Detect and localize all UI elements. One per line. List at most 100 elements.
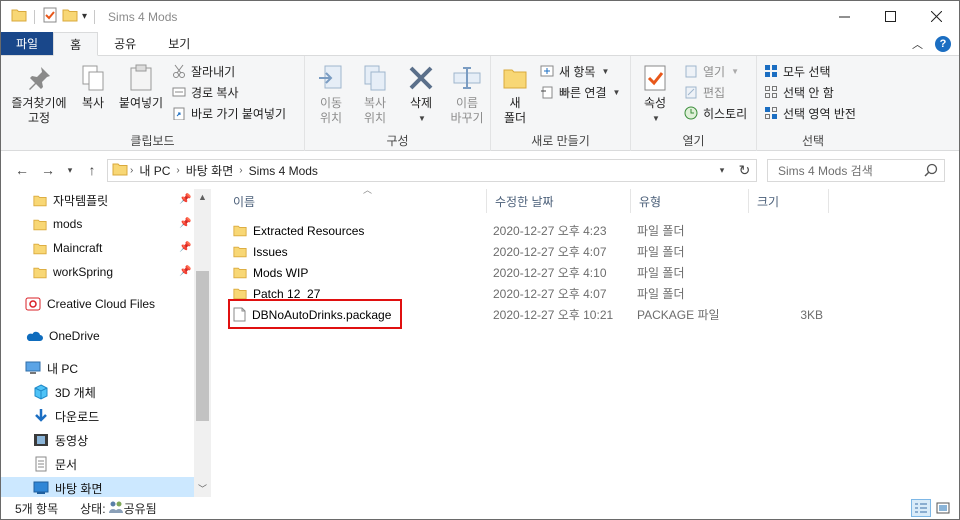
file-row[interactable]: Extracted Resources 2020-12-27 오후 4:23 파… [227,220,947,241]
scrollbar-thumb[interactable] [196,271,209,421]
select-none-icon [763,84,779,100]
rename-button[interactable]: 이름 바꾸기 [445,62,489,126]
nav-desktop[interactable]: 바탕 화면 [1,477,194,497]
computer-icon [25,361,41,374]
pin-icon [23,62,55,94]
scroll-down-arrow-icon[interactable]: ﹀ [194,481,211,497]
breadcrumb-sims-4-mods[interactable]: Sims 4 Mods [245,164,322,178]
column-header-size[interactable]: 크기 [749,189,829,213]
nav-quick-item[interactable]: mods [33,213,193,235]
file-modified: 2020-12-27 오후 4:07 [493,245,607,259]
easy-access-button[interactable]: 빠른 연결 ▼ [539,82,620,102]
organize-group-label: 구성 [386,134,409,148]
search-box[interactable]: Sims 4 Mods 검색 [767,159,945,182]
nav-creative-cloud[interactable]: Creative Cloud Files [25,293,193,315]
up-arrow-icon[interactable]: ↑ [81,159,103,181]
file-name: Issues [253,244,288,259]
file-name: Extracted Resources [253,223,365,238]
select-none-button[interactable]: 선택 안 함 [763,82,834,102]
paste-icon [125,62,157,94]
rename-label-line1: 이름 [455,96,479,110]
new-folder-qat-icon[interactable] [62,8,78,25]
copy-to-button[interactable]: 복사 위치 [355,62,395,126]
copy-path-icon [171,84,187,100]
nav-3d-objects[interactable]: 3D 개체 [33,381,193,403]
delete-dropdown-icon[interactable]: ▼ [418,111,426,126]
help-icon[interactable]: ? [935,35,951,52]
paste-shortcut-label: 바로 가기 붙여넣기 [191,106,286,121]
tab-home[interactable]: 홈 [53,32,99,56]
delete-button[interactable]: 삭제 ▼ [401,62,441,126]
chevron-right-icon[interactable]: › [174,165,181,176]
chevron-right-icon[interactable]: › [237,165,244,176]
tab-file[interactable]: 파일 [1,32,54,55]
close-icon[interactable] [913,1,959,32]
pin-to-quick-access-button[interactable]: 즐겨찾기에 고정 [9,62,69,126]
easy-access-dropdown-icon: ▼ [612,87,621,97]
nav-quick-item[interactable]: workSpring [33,261,193,283]
clipboard-group-label: 클립보드 [130,134,175,148]
invert-selection-button[interactable]: 선택 영역 반전 [763,103,856,123]
paste-button[interactable]: 붙여넣기 [115,62,167,111]
address-bar[interactable]: › 내 PC › 바탕 화면 › Sims 4 Mods ▾ ↻ [107,159,757,182]
properties-qat-icon[interactable] [42,7,58,26]
file-size [755,262,823,283]
breadcrumb-this-pc[interactable]: 내 PC [135,162,174,179]
select-all-button[interactable]: 모두 선택 [763,61,831,81]
nav-this-pc[interactable]: 내 PC [25,357,193,379]
refresh-icon[interactable]: ↻ [732,162,756,179]
copy-icon [77,62,109,94]
new-item-button[interactable]: 새 항목 ▼ [539,61,609,81]
nav-scrollbar[interactable]: ▲ ﹀ [194,189,211,497]
tab-view[interactable]: 보기 [152,32,206,55]
address-dropdown-icon[interactable]: ▾ [712,165,732,176]
new-folder-button[interactable]: 새 폴더 [497,62,533,126]
nav-onedrive[interactable]: OneDrive [25,325,193,347]
file-modified: 2020-12-27 오후 10:21 [493,308,614,322]
edit-button[interactable]: 편집 [683,82,725,102]
details-view-icon[interactable] [911,499,931,517]
breadcrumb-desktop[interactable]: 바탕 화면 [182,162,238,179]
file-name-cell: Mods WIP [233,262,308,283]
history-button[interactable]: 히스토리 [683,103,747,123]
customize-qat-icon[interactable]: ▾ [82,11,87,22]
tab-share[interactable]: 공유 [98,32,152,55]
copy-label: 복사 [81,96,105,110]
share-state-value: 공유됨 [123,501,157,516]
nav-quick-item[interactable]: Maincraft [33,237,193,259]
move-to-button[interactable]: 이동 위치 [311,62,351,126]
copy-path-button[interactable]: 경로 복사 [171,82,239,102]
new-item-label: 새 항목 [559,64,596,79]
maximize-icon[interactable] [867,1,913,32]
file-row[interactable]: Mods WIP 2020-12-27 오후 4:10 파일 폴더 [227,262,947,283]
chevron-right-icon[interactable]: › [128,165,135,176]
properties-button[interactable]: 속성 ▼ [637,62,673,126]
open-button[interactable]: 열기 ▼ [683,61,739,81]
scroll-up-arrow-icon[interactable]: ▲ [194,189,211,205]
organize-group: 이동 위치 복사 위치 삭제 ▼ 이름 바꾸기 구성 [305,56,491,151]
minimize-icon[interactable] [821,1,867,32]
copy-button[interactable]: 복사 [75,62,111,111]
properties-dropdown-icon[interactable]: ▼ [652,111,660,126]
cut-button[interactable]: 잘라내기 [171,61,235,81]
file-row[interactable]: Issues 2020-12-27 오후 4:07 파일 폴더 [227,241,947,262]
column-header-modified[interactable]: 수정한 날짜 [487,189,631,213]
large-icons-view-icon[interactable] [933,499,953,517]
share-state-label: 상태: [80,501,106,516]
select-group: 모두 선택 선택 안 함 선택 영역 반전 선택 [757,56,869,151]
nav-videos[interactable]: 동영상 [33,429,193,451]
new-folder-icon [499,62,531,94]
nav-quick-item[interactable]: 자막템플릿 [33,189,193,211]
collapse-ribbon-icon[interactable]: ︿ [912,36,923,52]
paste-shortcut-button[interactable]: 바로 가기 붙여넣기 [171,103,286,123]
invert-selection-icon [763,105,779,121]
recent-locations-icon[interactable]: ▾ [59,159,81,181]
address-folder-icon [112,162,128,179]
select-all-icon [763,63,779,79]
nav-downloads[interactable]: 다운로드 [33,405,193,427]
back-arrow-icon[interactable]: ← [11,159,33,181]
column-header-type[interactable]: 유형 [631,189,749,213]
forward-arrow-icon[interactable]: → [37,159,59,181]
column-header-name[interactable]: 이름 ︿ [225,185,487,213]
nav-documents[interactable]: 문서 [33,453,193,475]
